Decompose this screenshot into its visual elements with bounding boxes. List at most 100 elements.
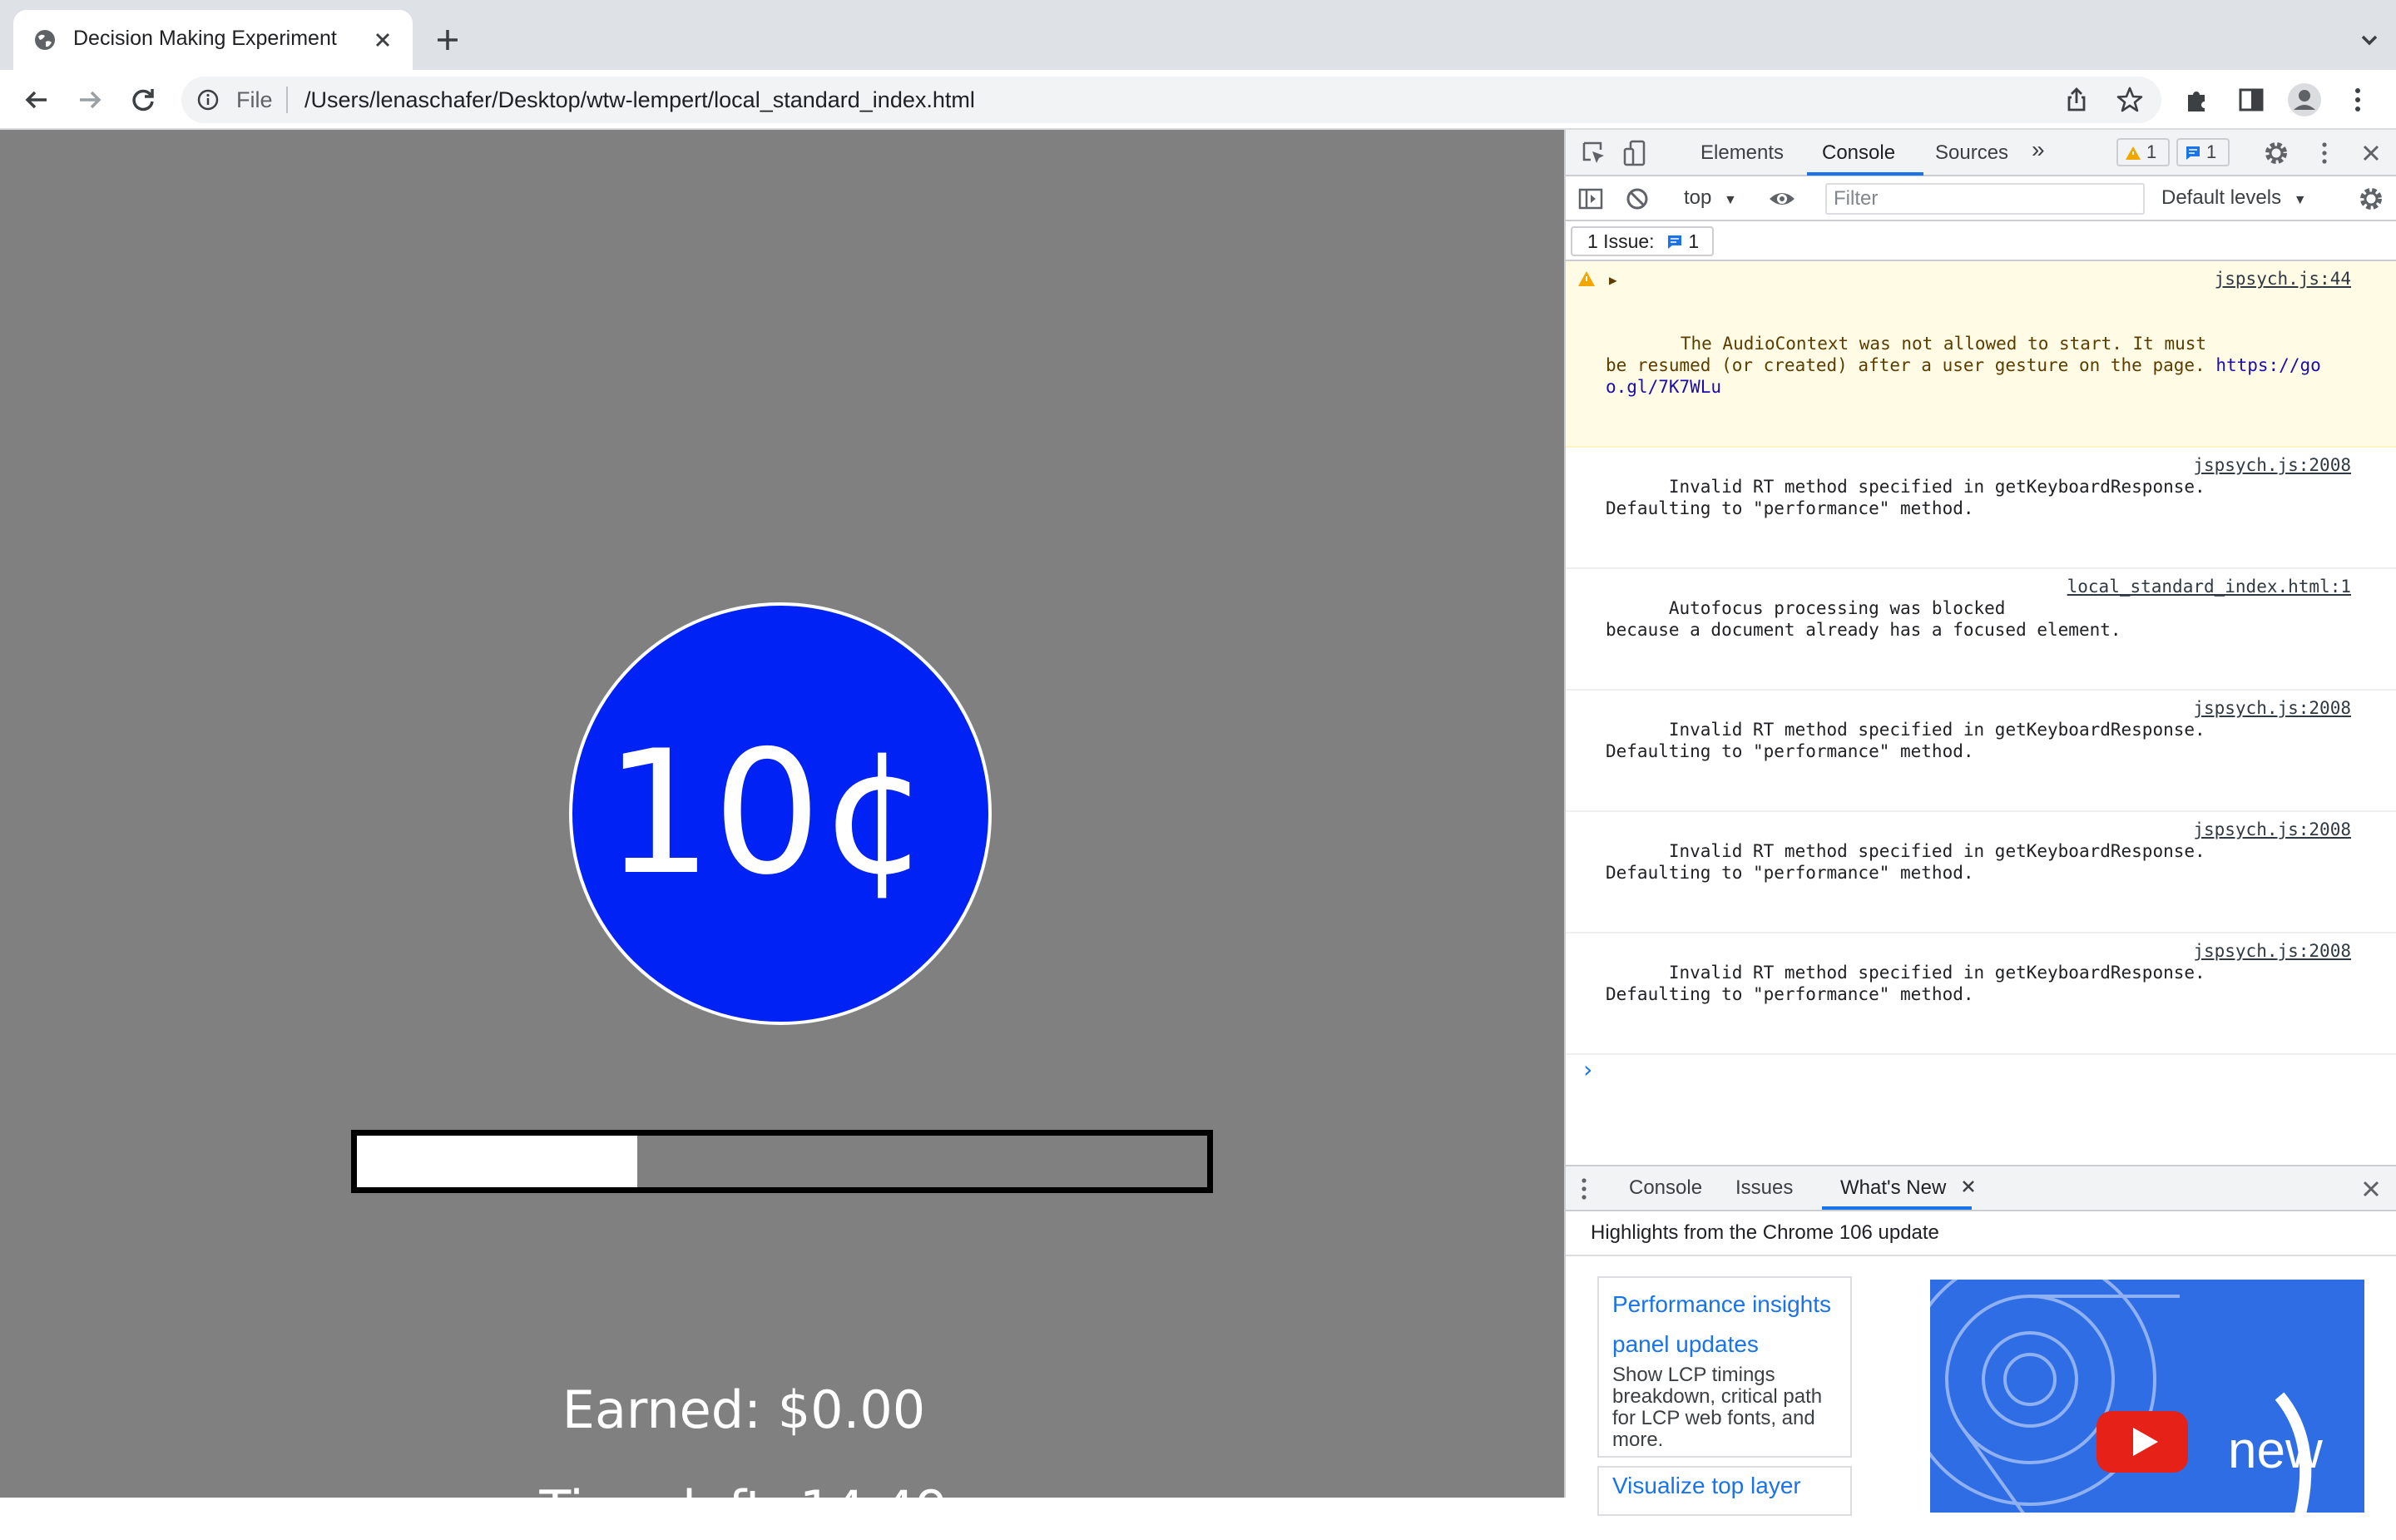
clear-console-icon[interactable]	[1622, 184, 1652, 214]
progress-fill	[357, 1136, 638, 1187]
gear-icon[interactable]	[2261, 138, 2291, 168]
dropdown-arrow-icon: ▼	[1724, 193, 1737, 207]
globe-icon	[35, 30, 55, 50]
expand-triangle-icon[interactable]: ▶	[1609, 270, 1617, 291]
console-message-source[interactable]: jspsych.js:44	[2215, 268, 2351, 290]
new-tab-icon[interactable]	[429, 22, 466, 58]
console-message-source[interactable]: jspsych.js:2008	[2193, 454, 2351, 476]
console-message-source[interactable]: local_standard_index.html:1	[2067, 576, 2351, 597]
console-message[interactable]: Invalid RT method specified in getKeyboa…	[1566, 448, 2396, 569]
tab-sources[interactable]: Sources	[1935, 141, 2008, 165]
feature-card[interactable]: Visualize top layer	[1597, 1466, 1852, 1516]
tab-strip: Decision Making Experiment	[0, 0, 2396, 70]
console-message-text: Autofocus processing was blocked because…	[1606, 598, 2121, 640]
feature-card-description: Show LCP timings breakdown, critical pat…	[1612, 1364, 1823, 1451]
browser-toolbar: File /Users/lenaschafer/Desktop/wtw-lemp…	[0, 70, 2396, 130]
address-bar[interactable]: File /Users/lenaschafer/Desktop/wtw-lemp…	[181, 77, 2161, 123]
url-text[interactable]: /Users/lenaschafer/Desktop/wtw-lempert/l…	[304, 87, 975, 113]
close-tab-icon[interactable]	[366, 23, 399, 57]
console-message[interactable]: ▶ The AudioContext was not allowed to st…	[1566, 261, 2396, 448]
tab-console[interactable]: Console	[1822, 141, 1895, 165]
warning-count: 1	[2146, 141, 2157, 162]
console-message-text: Invalid RT method specified in getKeyboa…	[1606, 477, 2205, 518]
log-levels-value: Default levels	[2161, 186, 2282, 209]
context-value: top	[1684, 186, 1712, 209]
drawer-tab-whats-new[interactable]: What's New	[1840, 1176, 1946, 1200]
drawer-tab-bar: Console Issues What's New	[1566, 1166, 2396, 1211]
console-message[interactable]: Invalid RT method specified in getKeyboa…	[1566, 933, 2396, 1055]
drawer-tab-issues[interactable]: Issues	[1735, 1176, 1793, 1200]
back-arrow-icon[interactable]	[18, 82, 55, 118]
reload-icon[interactable]	[125, 82, 161, 118]
console-message-source[interactable]: jspsych.js:2008	[2193, 819, 2351, 840]
progress-bar	[351, 1130, 1213, 1193]
console-message-source[interactable]: jspsych.js:2008	[2193, 697, 2351, 719]
warning-icon	[1578, 271, 1595, 286]
divider	[1566, 1255, 2396, 1256]
devtools-panel: Elements Console Sources » 1 1 top ▼ Fil…	[1564, 130, 2396, 1516]
console-message-text: Invalid RT method specified in getKeyboa…	[1606, 963, 2205, 1004]
side-panel-icon[interactable]	[2233, 82, 2270, 118]
eye-icon[interactable]	[1767, 184, 1797, 214]
console-prompt[interactable]: ›	[1566, 1055, 2396, 1088]
drawer-tab-console[interactable]: Console	[1629, 1176, 1702, 1200]
console-message[interactable]: Autofocus processing was blocked because…	[1566, 569, 2396, 691]
console-log: ▶ The AudioContext was not allowed to st…	[1566, 261, 2396, 1298]
message-icon	[2186, 146, 2200, 160]
active-tab-indicator	[1822, 1206, 1972, 1210]
time-left-text: Time left: 14:49	[539, 1479, 948, 1540]
tab-elements[interactable]: Elements	[1700, 141, 1784, 165]
message-icon	[1667, 235, 1681, 249]
share-icon[interactable]	[2060, 83, 2093, 116]
console-message[interactable]: Invalid RT method specified in getKeyboa…	[1566, 691, 2396, 812]
feature-card-title[interactable]: Visualize top layer	[1612, 1473, 1801, 1498]
video-thumbnail[interactable]: new	[1930, 1280, 2364, 1513]
feature-card[interactable]: Performance insights panel updates Show …	[1597, 1276, 1852, 1458]
kebab-menu-icon[interactable]	[2309, 138, 2339, 168]
divider	[286, 87, 288, 113]
info-icon[interactable]	[196, 88, 220, 111]
more-tabs-icon[interactable]: »	[2032, 136, 2045, 163]
devtools-tab-bar: Elements Console Sources » 1 1	[1566, 130, 2396, 176]
star-icon[interactable]	[2113, 83, 2146, 116]
experiment-page: 10¢ Earned: $0.00 Time left: 14:49	[0, 130, 1564, 1540]
earned-text: Earned: $0.00	[562, 1379, 926, 1440]
sidebar-toggle-icon[interactable]	[1576, 184, 1606, 214]
message-count-badge[interactable]: 1	[2176, 138, 2230, 166]
issues-label: 1 Issue:	[1587, 230, 1655, 252]
console-toolbar: top ▼ Default levels ▼	[1566, 176, 2396, 221]
log-levels-select[interactable]: Default levels ▼	[2161, 186, 2307, 210]
coin-stimulus[interactable]: 10¢	[569, 602, 992, 1025]
console-settings-gear-icon[interactable]	[2356, 184, 2386, 214]
issues-bar: 1 Issue: 1	[1566, 221, 2396, 261]
filter-input[interactable]	[1825, 183, 2145, 215]
close-tab-icon[interactable]	[1958, 1176, 1978, 1196]
close-drawer-icon[interactable]	[2356, 1174, 2386, 1204]
console-message-text: Invalid RT method specified in getKeyboa…	[1606, 720, 2205, 761]
feature-card-title[interactable]: Performance insights panel updates	[1612, 1285, 1837, 1364]
drawer-menu-icon[interactable]	[1569, 1174, 1599, 1204]
close-devtools-icon[interactable]	[2356, 138, 2386, 168]
profile-avatar-icon[interactable]	[2286, 82, 2323, 118]
forward-arrow-icon[interactable]	[72, 82, 108, 118]
console-message-text: Invalid RT method specified in getKeyboa…	[1606, 841, 2205, 883]
console-message-source[interactable]: jspsych.js:2008	[2193, 940, 2351, 962]
issues-count: 1	[1688, 230, 1700, 252]
browser-tab[interactable]: Decision Making Experiment	[13, 10, 413, 70]
chevron-down-icon[interactable]	[2353, 23, 2386, 57]
dropdown-arrow-icon: ▼	[2293, 193, 2307, 207]
prompt-chevron-icon: ›	[1581, 1056, 1595, 1083]
warning-count-badge[interactable]: 1	[2116, 138, 2170, 166]
message-count: 1	[2206, 141, 2217, 162]
extensions-icon[interactable]	[2180, 82, 2216, 118]
url-scheme: File	[236, 87, 273, 112]
more-menu-icon[interactable]	[2339, 82, 2376, 118]
youtube-play-icon[interactable]	[2096, 1411, 2188, 1473]
issues-chip[interactable]: 1 Issue: 1	[1571, 226, 1715, 256]
devtools-drawer: Console Issues What's New Highlights fro…	[1566, 1165, 2396, 1516]
device-toolbar-icon[interactable]	[1621, 138, 1651, 168]
context-select[interactable]: top ▼	[1684, 186, 1737, 210]
console-message[interactable]: Invalid RT method specified in getKeyboa…	[1566, 812, 2396, 933]
inspect-element-icon[interactable]	[1579, 138, 1609, 168]
active-tab-indicator	[1807, 172, 1923, 176]
